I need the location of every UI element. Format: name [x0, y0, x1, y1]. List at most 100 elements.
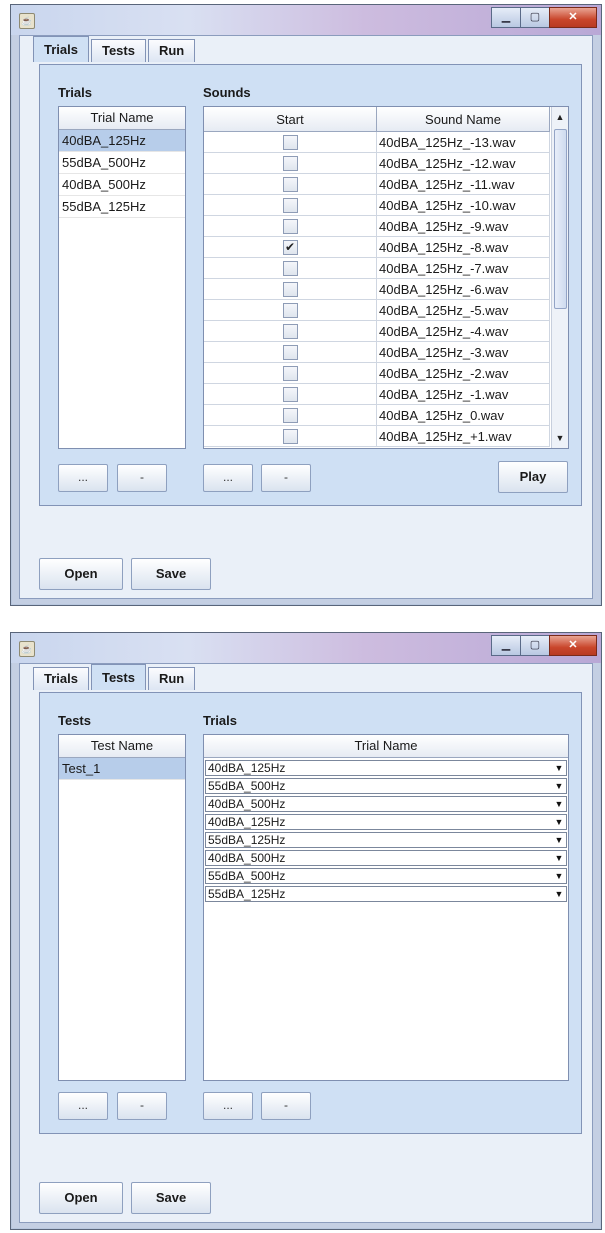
list-item[interactable]: Test_1: [59, 758, 185, 780]
open-button[interactable]: Open: [39, 1182, 123, 1214]
play-button[interactable]: Play: [498, 461, 568, 493]
list-item[interactable]: 55dBA_500Hz: [59, 152, 185, 174]
sound-name-cell[interactable]: 40dBA_125Hz_-9.wav: [376, 215, 550, 237]
sound-name-cell[interactable]: 40dBA_125Hz_-3.wav: [376, 341, 550, 363]
table-row[interactable]: 40dBA_125Hz_-4.wav: [204, 320, 550, 342]
minimize-icon[interactable]: ▁: [491, 7, 521, 28]
trial-combo-box[interactable]: 55dBA_500Hz ▼: [205, 778, 567, 794]
scroll-up-icon[interactable]: ▲: [552, 109, 568, 125]
start-checkbox[interactable]: [282, 282, 298, 298]
start-checkbox[interactable]: [282, 366, 298, 382]
sound-name-cell[interactable]: 40dBA_125Hz_-2.wav: [376, 362, 550, 384]
tab-tests[interactable]: Tests: [90, 39, 146, 62]
table-row[interactable]: 40dBA_125Hz_-9.wav: [204, 215, 550, 237]
sound-name-cell[interactable]: 40dBA_125Hz_-7.wav: [376, 257, 550, 279]
dropdown-arrow-icon[interactable]: ▼: [552, 851, 566, 865]
save-button[interactable]: Save: [131, 1182, 211, 1214]
save-button[interactable]: Save: [131, 558, 211, 590]
start-checkbox[interactable]: [282, 387, 298, 403]
start-checkbox[interactable]: [282, 219, 298, 235]
table-row[interactable]: 40dBA_125Hz_-13.wav: [204, 131, 550, 153]
tab-trials[interactable]: Trials: [33, 667, 89, 690]
trial-name-header[interactable]: Trial Name: [59, 107, 185, 130]
remove-trial-button[interactable]: -: [117, 464, 167, 492]
sound-name-cell[interactable]: 40dBA_125Hz_-11.wav: [376, 173, 550, 195]
start-checkbox[interactable]: [282, 345, 298, 361]
sound-name-cell[interactable]: 40dBA_125Hz_-4.wav: [376, 320, 550, 342]
dropdown-arrow-icon[interactable]: ▼: [552, 869, 566, 883]
trial-combo-box[interactable]: 40dBA_500Hz ▼: [205, 796, 567, 812]
minimize-icon[interactable]: ▁: [491, 635, 521, 656]
trial-combo-box[interactable]: 40dBA_125Hz ▼: [205, 760, 567, 776]
sound-name-cell[interactable]: 40dBA_125Hz_-8.wav: [376, 236, 550, 258]
table-row[interactable]: 40dBA_125Hz_-2.wav: [204, 362, 550, 384]
table-row[interactable]: 40dBA_125Hz_-10.wav: [204, 194, 550, 216]
open-button[interactable]: Open: [39, 558, 123, 590]
table-row[interactable]: 40dBA_125Hz_-1.wav: [204, 383, 550, 405]
start-checkbox[interactable]: [282, 408, 298, 424]
sound-name-cell[interactable]: 40dBA_125Hz_-5.wav: [376, 299, 550, 321]
start-column-header[interactable]: Start: [204, 107, 377, 132]
start-checkbox[interactable]: [282, 429, 298, 445]
start-checkbox-checked[interactable]: ✔: [282, 240, 298, 256]
sound-name-cell[interactable]: 40dBA_125Hz_-13.wav: [376, 131, 550, 153]
start-checkbox[interactable]: [282, 135, 298, 151]
table-row[interactable]: ✔ 40dBA_125Hz_-8.wav: [204, 236, 550, 258]
list-item[interactable]: 40dBA_500Hz: [59, 174, 185, 196]
add-sound-button[interactable]: ...: [203, 464, 253, 492]
list-item[interactable]: 40dBA_125Hz: [59, 130, 185, 152]
table-row[interactable]: 40dBA_125Hz_+1.wav: [204, 425, 550, 447]
start-checkbox[interactable]: [282, 303, 298, 319]
trial-combo-box[interactable]: 55dBA_125Hz ▼: [205, 832, 567, 848]
start-checkbox[interactable]: [282, 261, 298, 277]
add-trial-to-test-button[interactable]: ...: [203, 1092, 253, 1120]
tab-run[interactable]: Run: [147, 39, 196, 62]
dropdown-arrow-icon[interactable]: ▼: [552, 797, 566, 811]
table-row[interactable]: 40dBA_125Hz_0.wav: [204, 404, 550, 426]
vertical-scrollbar[interactable]: ▲ ▼: [551, 107, 568, 448]
trial-list[interactable]: Trial Name 40dBA_125Hz 55dBA_500Hz 40dBA…: [58, 106, 186, 449]
sound-name-cell[interactable]: 40dBA_125Hz_-12.wav: [376, 152, 550, 174]
add-test-button[interactable]: ...: [58, 1092, 108, 1120]
sound-name-column-header[interactable]: Sound Name: [376, 107, 550, 132]
title-bar[interactable]: ☕ ▁ ▢ ✕: [11, 5, 601, 35]
dropdown-arrow-icon[interactable]: ▼: [552, 761, 566, 775]
sound-name-cell[interactable]: 40dBA_125Hz_0.wav: [376, 404, 550, 426]
add-trial-button[interactable]: ...: [58, 464, 108, 492]
start-checkbox[interactable]: [282, 177, 298, 193]
close-icon[interactable]: ✕: [549, 7, 597, 28]
scroll-thumb[interactable]: [554, 129, 567, 309]
table-row[interactable]: 40dBA_125Hz_-3.wav: [204, 341, 550, 363]
dropdown-arrow-icon[interactable]: ▼: [552, 815, 566, 829]
start-checkbox[interactable]: [282, 198, 298, 214]
sound-name-cell[interactable]: 40dBA_125Hz_-6.wav: [376, 278, 550, 300]
table-row[interactable]: 40dBA_125Hz_-6.wav: [204, 278, 550, 300]
table-row[interactable]: 40dBA_125Hz_-11.wav: [204, 173, 550, 195]
dropdown-arrow-icon[interactable]: ▼: [552, 833, 566, 847]
start-checkbox[interactable]: [282, 156, 298, 172]
maximize-icon[interactable]: ▢: [520, 635, 550, 656]
trial-combo-box[interactable]: 55dBA_500Hz ▼: [205, 868, 567, 884]
sounds-table[interactable]: Start Sound Name 40dBA_125Hz_-13.wav 40dB…: [203, 106, 569, 449]
sound-name-cell[interactable]: 40dBA_125Hz_-10.wav: [376, 194, 550, 216]
sound-name-cell[interactable]: 40dBA_125Hz_+1.wav: [376, 425, 550, 447]
title-bar[interactable]: ☕ ▁ ▢ ✕: [11, 633, 601, 663]
remove-sound-button[interactable]: -: [261, 464, 311, 492]
test-name-header[interactable]: Test Name: [59, 735, 185, 758]
trial-name-column-header[interactable]: Trial Name: [204, 735, 568, 758]
tab-tests[interactable]: Tests: [90, 664, 146, 690]
remove-test-button[interactable]: -: [117, 1092, 167, 1120]
remove-trial-from-test-button[interactable]: -: [261, 1092, 311, 1120]
dropdown-arrow-icon[interactable]: ▼: [552, 779, 566, 793]
test-list[interactable]: Test Name Test_1: [58, 734, 186, 1081]
start-checkbox[interactable]: [282, 324, 298, 340]
table-row[interactable]: 40dBA_125Hz_-7.wav: [204, 257, 550, 279]
sound-name-cell[interactable]: 40dBA_125Hz_-1.wav: [376, 383, 550, 405]
table-row[interactable]: 40dBA_125Hz_-12.wav: [204, 152, 550, 174]
tab-run[interactable]: Run: [147, 667, 196, 690]
trial-combo-box[interactable]: 55dBA_125Hz ▼: [205, 886, 567, 902]
trial-combo-box[interactable]: 40dBA_125Hz ▼: [205, 814, 567, 830]
test-trials-table[interactable]: Trial Name 40dBA_125Hz ▼ 55dBA_500Hz ▼ 40dBA…: [203, 734, 569, 1081]
trial-combo-box[interactable]: 40dBA_500Hz ▼: [205, 850, 567, 866]
scroll-down-icon[interactable]: ▼: [552, 430, 568, 446]
